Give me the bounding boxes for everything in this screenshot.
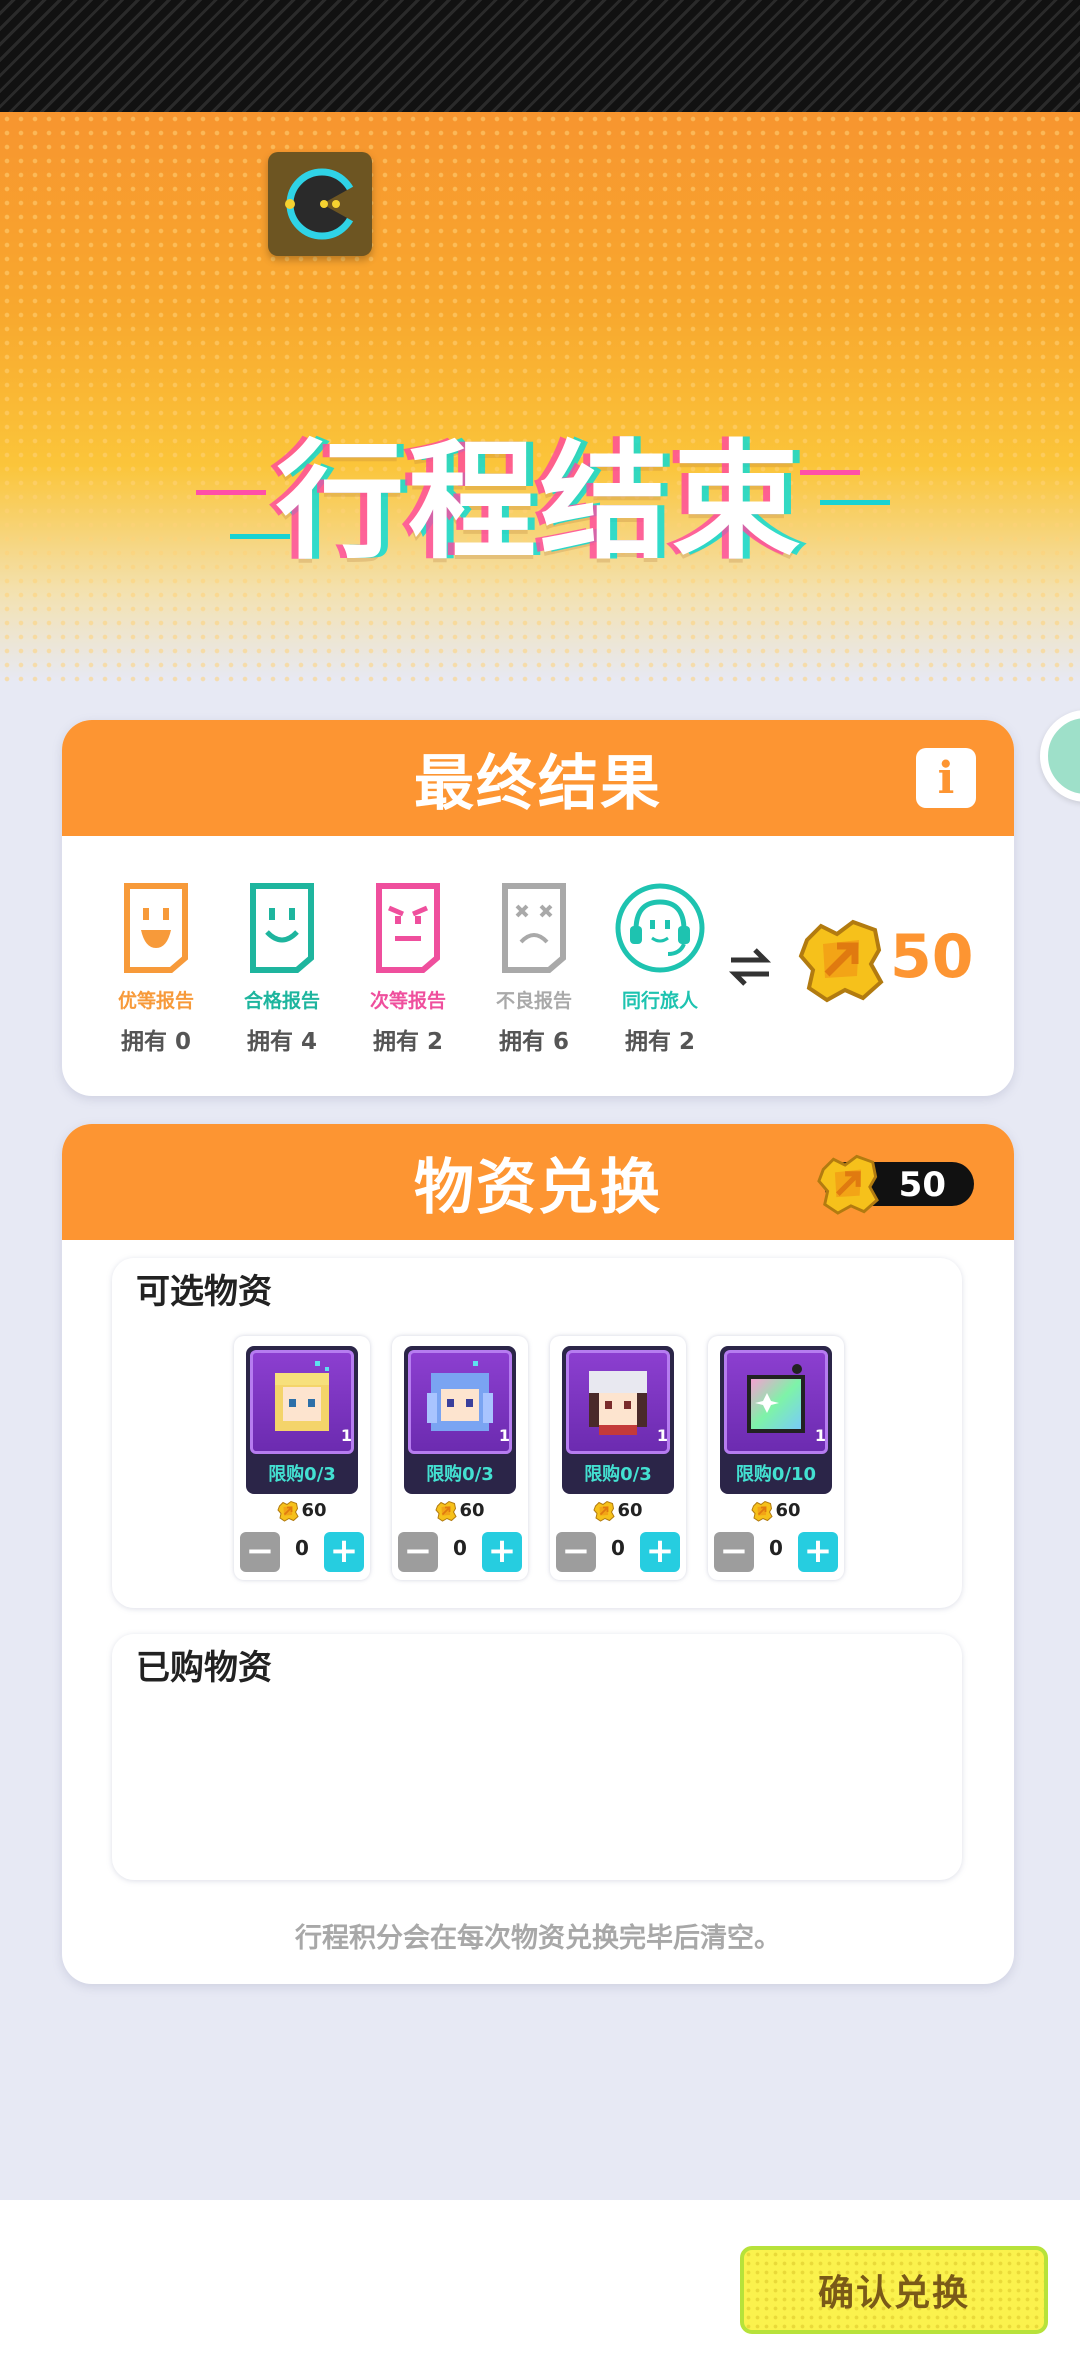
report-name: 同行旅人 [621,990,698,1012]
exchange-card: 物资兑换 50 可选物资 1 限购0/3 60 − 0 + 1 限购0/3 60… [62,1124,1014,1984]
item-limit: 限购0/10 [735,1464,817,1485]
coin-icon [277,1500,299,1522]
exchange-title: 物资兑换 [414,1152,662,1223]
final-result-header: 最终结果 i [62,720,1014,836]
info-glyph: i [937,752,955,804]
purchased-items-title: 已购物资 [136,1648,272,1688]
shop-item[interactable]: 1 限购0/10 60 − 0 + [708,1336,844,1580]
item-price: 60 [392,1500,528,1522]
item-frame: 1 限购0/10 [720,1346,832,1494]
blue-hair-girl-avatar-icon [408,1350,512,1454]
item-limit: 限购0/3 [426,1464,494,1485]
item-frame: 1 限购0/3 [246,1346,358,1494]
quantity-stepper: − 0 + [398,1532,522,1572]
confirm-exchange-button[interactable]: 确认兑换 [740,2246,1048,2334]
rainbow-crystal-icon [724,1350,828,1454]
report-name: 合格报告 [243,990,320,1012]
quantity-value: 0 [769,1536,783,1560]
decrease-button[interactable]: − [398,1532,438,1572]
hero-title: 行程结束 [190,400,890,580]
item-frame: 1 限购0/3 [562,1346,674,1494]
status-bar [0,0,1080,112]
meh-report-icon [373,882,443,974]
sad-report-icon [499,882,569,974]
coin-icon [435,1500,457,1522]
coin-icon [816,1152,880,1216]
item-limit: 限购0/3 [584,1464,652,1485]
quantity-stepper: − 0 + [556,1532,680,1572]
quantity-value: 0 [453,1536,467,1560]
decrease-button[interactable]: − [556,1532,596,1572]
info-icon[interactable]: i [916,748,976,808]
shop-item[interactable]: 1 限购0/3 60 − 0 + [234,1336,370,1580]
item-quantity: 1 [656,1426,668,1445]
item-price-value: 60 [459,1500,485,1521]
final-result-title: 最终结果 [414,748,662,819]
companion-headset-icon [614,882,706,974]
decrease-button[interactable]: − [240,1532,280,1572]
coin-balance-value: 50 [898,1165,946,1205]
coin-icon [751,1500,773,1522]
shop-item[interactable]: 1 限购0/3 60 − 0 + [392,1336,528,1580]
travel-points: 50 [890,922,974,992]
item-price-value: 60 [775,1500,801,1521]
report-name: 优等报告 [117,990,194,1012]
report-owned: 拥有 0 [120,1029,191,1055]
report-excellent: 优等报告 拥有 0 [96,836,216,1096]
report-owned: 拥有 4 [246,1029,317,1055]
final-result-card: 最终结果 i 优等报告 拥有 0 合格报告 拥有 4 次等报告 拥有 2 不良报… [62,720,1014,1096]
report-pass: 合格报告 拥有 4 [222,836,342,1096]
report-owned: 拥有 2 [372,1029,443,1055]
report-name: 不良报告 [495,990,572,1012]
item-quantity: 1 [814,1426,826,1445]
smile-report-icon [247,882,317,974]
available-items-title: 可选物资 [136,1272,272,1312]
chat-bubble-icon[interactable] [1040,710,1080,802]
hero-title-text: 行程结束 [275,427,804,577]
travel-coin-icon [797,916,885,1004]
cap-girl-avatar-icon [566,1350,670,1454]
shop-item[interactable]: 1 限购0/3 60 − 0 + [550,1336,686,1580]
report-inferior: 次等报告 拥有 2 [348,836,468,1096]
item-frame: 1 限购0/3 [404,1346,516,1494]
item-price-value: 60 [617,1500,643,1521]
report-summary: 优等报告 拥有 0 合格报告 拥有 4 次等报告 拥有 2 不良报告 拥有 6 [62,836,1014,1096]
exchange-header: 物资兑换 50 [62,1124,1014,1240]
item-limit: 限购0/3 [268,1464,336,1485]
report-companion: 同行旅人 拥有 2 [600,836,720,1096]
item-price: 60 [550,1500,686,1522]
purchased-items-panel: 已购物资 [112,1634,962,1880]
quantity-stepper: − 0 + [714,1532,838,1572]
quantity-stepper: − 0 + [240,1532,364,1572]
increase-button[interactable]: + [798,1532,838,1572]
quantity-value: 0 [611,1536,625,1560]
blonde-girl-avatar-icon [250,1350,354,1454]
increase-button[interactable]: + [324,1532,364,1572]
decrease-button[interactable]: − [714,1532,754,1572]
report-poor: 不良报告 拥有 6 [474,836,594,1096]
coin-icon [593,1500,615,1522]
points-reset-note: 行程积分会在每次物资兑换完毕后清空。 [295,1923,781,1954]
coin-balance: 50 [824,1162,974,1206]
happy-report-icon [121,882,191,974]
item-price-value: 60 [301,1500,327,1521]
pacman-icon[interactable] [268,152,372,256]
item-quantity: 1 [340,1426,352,1445]
available-items-panel: 可选物资 1 限购0/3 60 − 0 + 1 限购0/3 60 − 0 + 1… [112,1258,962,1608]
item-price: 60 [708,1500,844,1522]
swap-arrows-icon [727,944,773,990]
report-owned: 拥有 6 [498,1029,569,1055]
item-price: 60 [234,1500,370,1522]
quantity-value: 0 [295,1536,309,1560]
increase-button[interactable]: + [482,1532,522,1572]
increase-button[interactable]: + [640,1532,680,1572]
item-quantity: 1 [498,1426,510,1445]
report-name: 次等报告 [369,990,446,1012]
report-owned: 拥有 2 [624,1029,695,1055]
